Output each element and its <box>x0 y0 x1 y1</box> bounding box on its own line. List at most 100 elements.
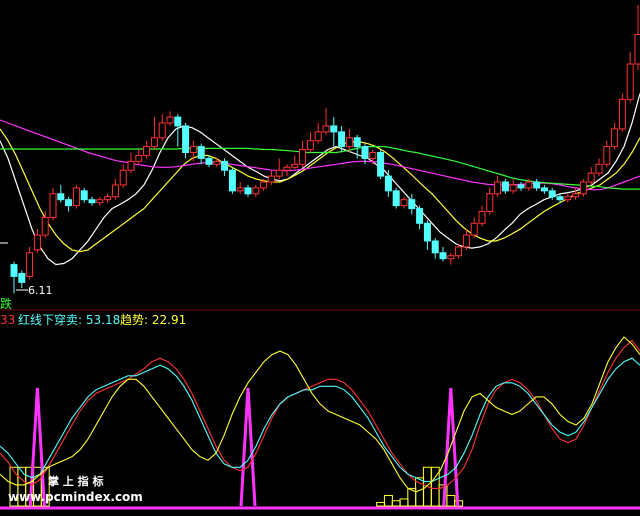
candle-body <box>252 187 260 195</box>
ma-line-3 <box>0 146 640 190</box>
candle-body <box>478 211 486 224</box>
candle-body <box>572 193 580 198</box>
candle-body <box>283 166 291 171</box>
candle-body <box>611 128 619 148</box>
candle-body <box>299 149 307 165</box>
candle-body <box>197 146 205 159</box>
indicator-bar <box>376 501 386 507</box>
signal-spike <box>28 387 46 507</box>
candle-body <box>439 252 447 260</box>
legend-red-line-cross: 红线下穿卖: 53.18 <box>18 312 120 327</box>
candle-body <box>384 175 392 192</box>
candle-body <box>88 199 96 204</box>
candle-body <box>548 190 556 198</box>
candle-body <box>18 272 26 283</box>
candle-body <box>143 146 151 156</box>
watermark-title: 掌 上 指 标 <box>48 474 104 488</box>
candle-body <box>517 184 525 189</box>
candle-body <box>182 125 190 153</box>
candle-body <box>49 193 57 218</box>
candle-body <box>587 172 595 183</box>
side-label: 跌 <box>0 296 12 311</box>
candle-body <box>462 234 470 248</box>
candle-body <box>509 184 517 192</box>
candle-body <box>57 193 65 201</box>
watermark: 掌 上 指 标 www.pcmindex.com <box>8 474 143 504</box>
candle-body <box>322 125 330 133</box>
candle-body <box>166 116 174 124</box>
indicator-bar <box>383 494 393 507</box>
candle-body <box>228 169 236 192</box>
candle-body <box>486 193 494 213</box>
candle-body <box>26 252 34 277</box>
legend-value: 33 <box>0 313 15 327</box>
candle-body <box>455 246 463 257</box>
candle-body <box>111 184 119 198</box>
candle-body <box>330 125 338 133</box>
candle-body <box>306 140 314 151</box>
candle-body <box>447 255 455 260</box>
candle-body <box>338 131 346 148</box>
indicator-bar <box>391 500 401 507</box>
candle-body <box>618 98 626 130</box>
candle-body <box>127 160 135 171</box>
candle-body <box>65 199 73 207</box>
candle-body <box>540 187 548 192</box>
candle-body <box>10 264 18 277</box>
candle-body <box>119 169 127 186</box>
price-panel <box>0 5 640 294</box>
candle-body <box>72 187 80 207</box>
candle-body <box>96 199 104 204</box>
candle-body <box>236 187 244 192</box>
low-marker-text: 6.11 <box>28 284 53 297</box>
signal-spike <box>239 387 257 507</box>
candle-body <box>564 196 572 201</box>
chart-svg: 33 红线下穿卖: 53.18 趋势: 22.91 跌 6.11 掌 上 指 标… <box>0 5 640 510</box>
candle-body <box>267 175 275 183</box>
candle-body <box>150 137 158 148</box>
candle-body <box>135 154 143 162</box>
indicator-line-1 <box>0 357 640 482</box>
candle-body <box>595 163 603 174</box>
candle-body <box>345 137 353 148</box>
indicator-legend: 33 红线下穿卖: 53.18 趋势: 22.91 <box>0 312 186 327</box>
candle-body <box>260 181 268 189</box>
candle-body <box>205 157 213 165</box>
candle-body <box>501 181 509 192</box>
candle-body <box>556 196 564 201</box>
watermark-url: www.pcmindex.com <box>8 490 143 504</box>
indicator-bar <box>399 498 409 507</box>
candle-body <box>291 163 299 168</box>
candle-body <box>400 199 408 207</box>
candle-body <box>377 152 385 177</box>
candle-body <box>416 208 424 224</box>
candle-body <box>634 34 640 65</box>
candle-body <box>579 181 587 195</box>
candle-body <box>80 190 88 201</box>
legend-trend: 趋势: 22.91 <box>120 313 186 327</box>
ma-line-0 <box>0 93 640 266</box>
candle-body <box>603 146 611 165</box>
candle-body <box>369 152 377 159</box>
candle-body <box>494 181 502 195</box>
candle-body <box>431 240 439 254</box>
candle-body <box>470 222 478 236</box>
candle-body <box>104 196 112 201</box>
candle-body <box>626 63 634 100</box>
candle-body <box>221 160 229 171</box>
candle-body <box>33 234 41 251</box>
candle-body <box>408 199 416 210</box>
stock-chart: 33 红线下穿卖: 53.18 趋势: 22.91 跌 6.11 掌 上 指 标… <box>0 0 640 516</box>
candle-body <box>275 169 283 177</box>
candle-body <box>525 181 533 189</box>
candle-body <box>189 146 197 154</box>
candle-body <box>314 131 322 142</box>
candle-body <box>533 181 541 189</box>
indicator-bar <box>446 494 456 507</box>
candle-body <box>423 222 431 242</box>
candle-body <box>244 187 252 195</box>
candle-body <box>392 190 400 207</box>
candle-body <box>361 146 369 159</box>
candle-body <box>353 137 361 148</box>
candle-body <box>213 160 221 165</box>
